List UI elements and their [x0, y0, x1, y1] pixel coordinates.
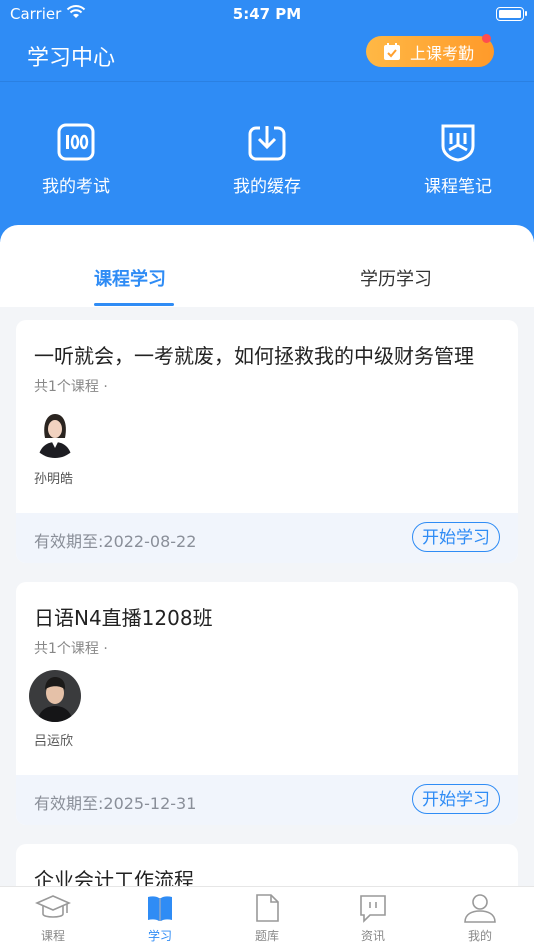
course-count: 共1个课程 · [34, 641, 108, 657]
tab-course-study[interactable]: 课程学习 [94, 265, 166, 291]
download-icon [248, 126, 286, 161]
quick-actions: 我的考试 我的缓存 课程笔记 [0, 82, 534, 242]
notification-dot [482, 34, 491, 43]
attendance-label: 上课考勤 [410, 43, 475, 63]
tabbar-news[interactable]: 资讯 [333, 893, 413, 944]
app-header: 学习中心 上课考勤 [0, 28, 534, 82]
status-bar: Carrier 5:47 PM [0, 0, 534, 28]
battery-icon [496, 7, 527, 21]
tabbar-course-label: 课程 [40, 929, 65, 943]
course-footer: 有效期至:2025-12-31 开始学习 [16, 775, 518, 825]
course-count: 共1个课程 · [34, 379, 108, 395]
course-card[interactable]: 一听就会，一考就废，如何拯救我的中级财务管理 共1个课程 · 孙明皓 有效期至:… [16, 320, 518, 563]
message-icon [360, 895, 386, 923]
attendance-button[interactable]: 上课考勤 [366, 34, 494, 67]
tabbar-news-label: 资讯 [360, 929, 385, 943]
user-icon [464, 894, 496, 923]
tabbar-question-bank-label: 题库 [254, 929, 279, 943]
course-card[interactable]: 日语N4直播1208班 共1个课程 · 吕运欣 有效期至:2025-12-31 … [16, 582, 518, 825]
course-footer: 有效期至:2022-08-22 开始学习 [16, 513, 518, 563]
page-title: 学习中心 [27, 46, 116, 71]
expiry-date: 有效期至:2025-12-31 [34, 794, 197, 813]
quick-my-cache-label: 我的缓存 [233, 177, 301, 197]
quick-course-notes-label: 课程笔记 [424, 177, 492, 197]
tabbar-mine-label: 我的 [467, 929, 492, 943]
tabbar-study[interactable]: 学习 [120, 893, 200, 944]
book-icon [148, 896, 172, 921]
teacher-avatar [29, 670, 81, 722]
teacher-name: 吕运欣 [34, 734, 74, 749]
calendar-check-icon [384, 42, 400, 60]
tabbar-question-bank[interactable]: 题库 [227, 893, 307, 944]
course-title: 一听就会，一考就废，如何拯救我的中级财务管理 [34, 344, 474, 368]
bottom-tab-bar: 课程 学习 题库 资讯 我的 [0, 886, 534, 950]
tabbar-mine[interactable]: 我的 [440, 893, 520, 944]
quick-course-notes[interactable]: 课程笔记 [398, 122, 518, 197]
tabs-panel: 课程学习 学历学习 [0, 225, 534, 307]
tabbar-study-label: 学习 [147, 929, 172, 943]
notes-badge-icon [441, 124, 475, 162]
score-100-icon [57, 123, 95, 161]
start-learning-button[interactable]: 开始学习 [412, 522, 500, 552]
start-learning-button[interactable]: 开始学习 [412, 784, 500, 814]
clock: 5:47 PM [232, 5, 302, 23]
course-title: 日语N4直播1208班 [34, 606, 213, 630]
tabbar-course[interactable]: 课程 [13, 893, 93, 944]
document-icon [256, 894, 279, 922]
quick-my-exams-label: 我的考试 [42, 177, 110, 197]
teacher-name: 孙明皓 [34, 472, 74, 487]
tab-degree-study[interactable]: 学历学习 [360, 265, 432, 291]
quick-my-exams[interactable]: 我的考试 [16, 122, 136, 197]
graduation-cap-icon [35, 895, 71, 918]
tab-indicator [94, 303, 174, 306]
quick-my-cache[interactable]: 我的缓存 [207, 122, 327, 197]
expiry-date: 有效期至:2022-08-22 [34, 532, 197, 551]
teacher-avatar [30, 408, 80, 458]
